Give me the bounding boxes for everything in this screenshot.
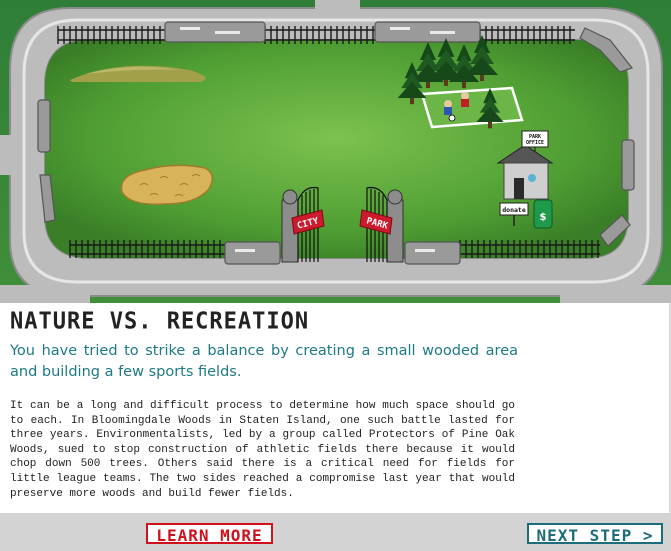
svg-text:donate: donate xyxy=(502,206,526,214)
sports-field xyxy=(420,86,524,129)
learn-more-button[interactable]: LEARN MORE xyxy=(146,523,273,545)
info-panel: NATURE VS. RECREATION You have tried to … xyxy=(0,303,671,513)
next-step-button[interactable]: NEXT STEP > xyxy=(527,523,663,545)
park-scene: PARK OFFICE donate $ CITY PARK xyxy=(0,0,671,303)
page-title: NATURE VS. RECREATION xyxy=(10,308,310,335)
path-spoke-bottom-left xyxy=(0,285,90,303)
result-subtitle: You have tried to strike a balance by cr… xyxy=(10,343,518,380)
footer-bar: LEARN MORE NEXT STEP > xyxy=(0,513,671,551)
svg-text:$: $ xyxy=(540,212,547,223)
svg-text:OFFICE: OFFICE xyxy=(526,140,544,146)
body-text: It can be a long and difficult process t… xyxy=(10,400,515,500)
path-spoke-bottom-right xyxy=(560,285,671,303)
path-spoke-left xyxy=(0,135,14,175)
donation-bin: $ xyxy=(533,199,553,229)
path-spoke-top xyxy=(315,0,360,12)
